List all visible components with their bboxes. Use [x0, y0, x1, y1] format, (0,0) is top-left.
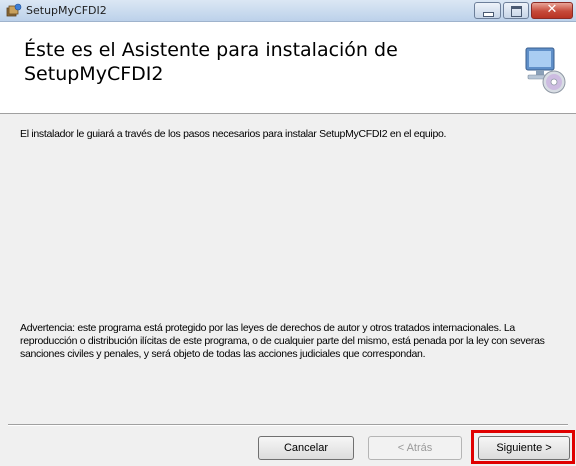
- footer-separator: [8, 424, 568, 426]
- installer-window: SetupMyCFDI2 ✕ Éste es el Asistente para…: [0, 0, 576, 466]
- page-title: Éste es el Asistente para instalación de…: [24, 39, 398, 85]
- installer-app-icon: [6, 3, 22, 17]
- close-glyph: ✕: [546, 2, 558, 17]
- computer-cd-icon: [525, 47, 566, 94]
- header-banner: Éste es el Asistente para instalación de…: [0, 22, 576, 114]
- content-area: El instalador le guiará a través de los …: [0, 114, 576, 424]
- window-title: SetupMyCFDI2: [26, 4, 107, 17]
- title-bar[interactable]: SetupMyCFDI2 ✕: [0, 0, 576, 22]
- back-button[interactable]: < Atrás: [368, 436, 462, 460]
- next-button-highlight: [471, 430, 575, 464]
- cancel-button[interactable]: Cancelar: [258, 436, 354, 460]
- copyright-warning: Advertencia: este programa está protegid…: [20, 322, 545, 360]
- close-icon[interactable]: ✕: [531, 2, 573, 19]
- intro-text: El instalador le guiará a través de los …: [20, 128, 447, 140]
- minimize-icon[interactable]: [474, 2, 501, 19]
- maximize-icon[interactable]: [503, 2, 529, 19]
